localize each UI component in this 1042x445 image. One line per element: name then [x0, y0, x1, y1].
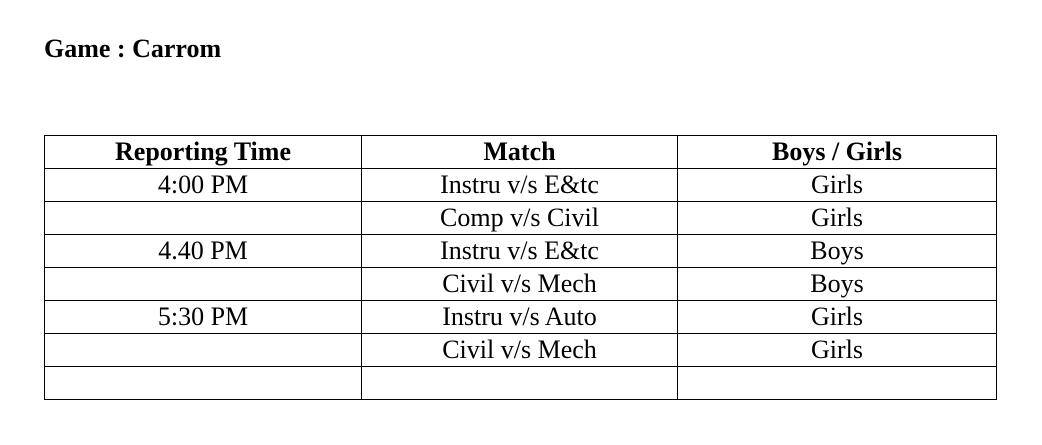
- gender-cell: Girls: [677, 168, 997, 202]
- column-header-reporting-time: Reporting Time: [44, 135, 362, 169]
- gender-cell: Boys: [677, 234, 997, 268]
- gender-cell: Girls: [677, 201, 997, 235]
- table-row: Civil v/s Mech Boys: [44, 267, 997, 301]
- match-cell: Civil v/s Mech: [361, 267, 678, 301]
- table-row: Comp v/s Civil Girls: [44, 201, 997, 235]
- match-cell: Comp v/s Civil: [361, 201, 678, 235]
- gender-cell: Girls: [677, 300, 997, 334]
- match-cell: Instru v/s E&tc: [361, 168, 678, 202]
- table-row: 4:00 PM Instru v/s E&tc Girls: [44, 168, 997, 202]
- table-row: 5:30 PM Instru v/s Auto Girls: [44, 300, 997, 334]
- reporting-time-cell: [44, 333, 362, 367]
- match-cell: Instru v/s E&tc: [361, 234, 678, 268]
- match-cell: Instru v/s Auto: [361, 300, 678, 334]
- reporting-time-cell: 4:00 PM: [44, 168, 362, 202]
- gender-cell: [677, 366, 997, 400]
- match-cell: [361, 366, 678, 400]
- reporting-time-cell: 5:30 PM: [44, 300, 362, 334]
- reporting-time-cell: [44, 366, 362, 400]
- reporting-time-cell: 4.40 PM: [44, 234, 362, 268]
- page-title: Game : Carrom: [44, 34, 222, 63]
- column-header-match: Match: [361, 135, 678, 169]
- table-row: Civil v/s Mech Girls: [44, 333, 997, 367]
- reporting-time-cell: [44, 267, 362, 301]
- match-cell: Civil v/s Mech: [361, 333, 678, 367]
- schedule-table: Reporting Time Match Boys / Girls 4:00 P…: [44, 135, 997, 400]
- table-row: 4.40 PM Instru v/s E&tc Boys: [44, 234, 997, 268]
- gender-cell: Boys: [677, 267, 997, 301]
- gender-cell: Girls: [677, 333, 997, 367]
- table-header-row: Reporting Time Match Boys / Girls: [44, 135, 997, 169]
- column-header-boys-girls: Boys / Girls: [677, 135, 997, 169]
- table-row: [44, 366, 997, 400]
- reporting-time-cell: [44, 201, 362, 235]
